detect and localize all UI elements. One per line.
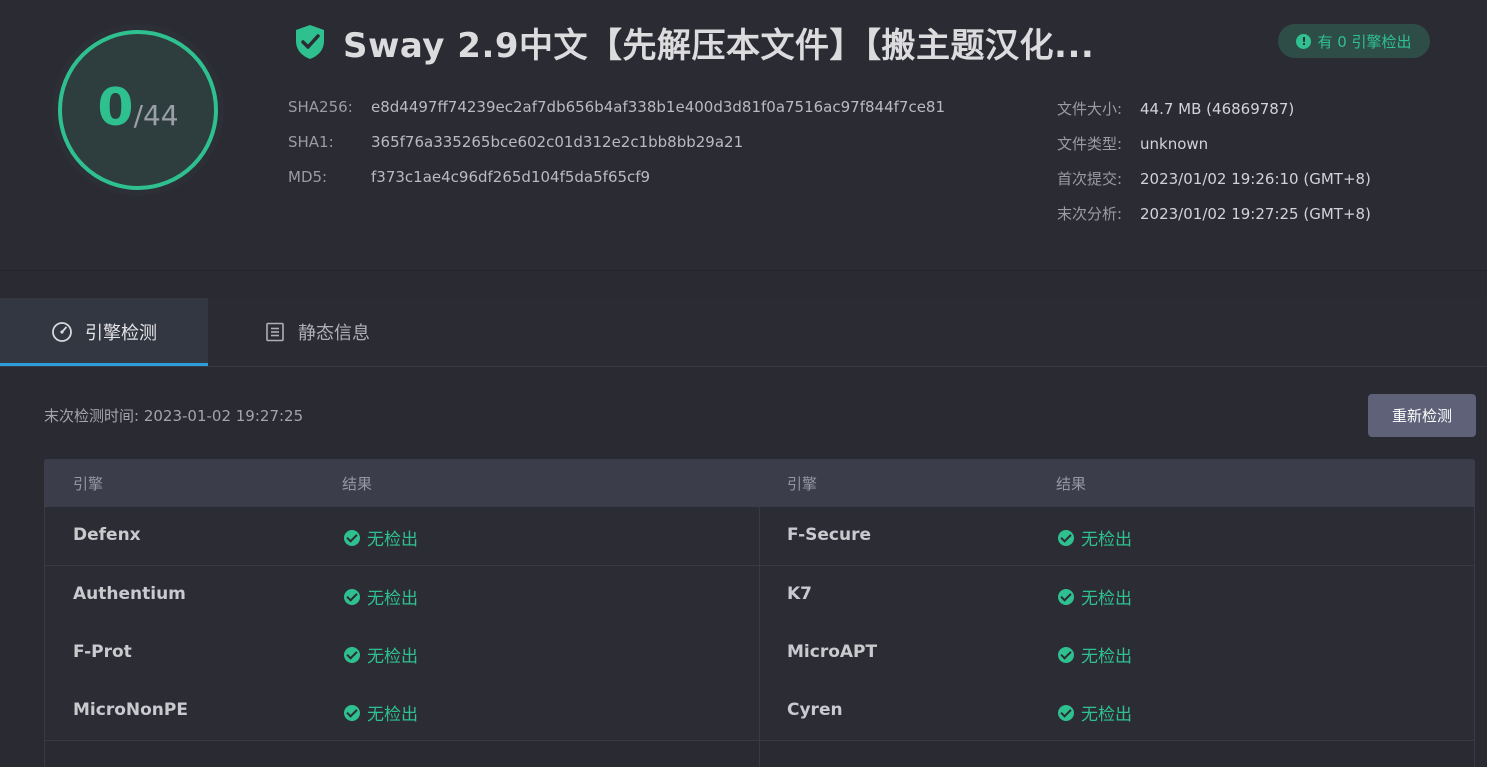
check-circle-icon — [1058, 529, 1074, 546]
sha256-label: SHA256: — [288, 98, 353, 116]
engine-result: 无检出 — [344, 525, 418, 550]
md5-value: f373c1ae4c96df265d104f5da5f65cf9 — [371, 168, 651, 186]
tab-engine-detection-label: 引擎检测 — [85, 323, 157, 344]
tab-engine-detection[interactable]: 引擎检测 — [0, 298, 208, 366]
engine-total: /44 — [133, 99, 179, 132]
tab-static-info[interactable]: 静态信息 — [264, 298, 370, 366]
tab-static-info-label: 静态信息 — [298, 323, 370, 344]
file-size-value: 44.7 MB (46869787) — [1140, 100, 1295, 118]
engine-name: Authentium — [73, 584, 186, 604]
first-submit-label: 首次提交: — [1057, 170, 1123, 188]
engine-name: MicroNonPE — [73, 700, 188, 720]
detection-badge: ! 有 0 引擎检出 — [1278, 24, 1430, 58]
result-label: 无检出 — [367, 589, 418, 609]
table-header: 引擎 结果 引擎 结果 — [44, 459, 1475, 507]
table-border-left — [44, 507, 45, 767]
result-label: 无检出 — [367, 530, 418, 550]
header-engine-right: 引擎 — [787, 475, 818, 493]
shield-check-icon — [296, 25, 324, 59]
engine-name: F-Prot — [73, 642, 132, 662]
last-analysis-label: 末次分析: — [1057, 205, 1123, 223]
check-circle-icon — [344, 588, 360, 605]
header-engine-left: 引擎 — [73, 475, 104, 493]
sha1-value: 365f76a335265bce602c01d312e2c1bb8bb29a21 — [371, 133, 744, 151]
header-result-left: 结果 — [342, 475, 373, 493]
result-label: 无检出 — [367, 705, 418, 725]
file-type-label: 文件类型: — [1057, 135, 1123, 153]
engine-name: MicroAPT — [787, 642, 878, 662]
table-border-right — [1474, 507, 1475, 767]
rescan-button[interactable]: 重新检测 — [1368, 394, 1476, 437]
result-label: 无检出 — [367, 647, 418, 667]
file-type-row: 文件类型: unknown — [1057, 133, 1208, 154]
engine-result: 无检出 — [1058, 700, 1132, 725]
result-label: 无检出 — [1081, 647, 1132, 667]
check-circle-icon — [1058, 704, 1074, 721]
md5-row: MD5: f373c1ae4c96df265d104f5da5f65cf9 — [288, 168, 650, 186]
last-scan-time: 末次检测时间: 2023-01-02 19:27:25 — [44, 407, 304, 425]
engine-result: 无检出 — [1058, 642, 1132, 667]
file-title: Sway 2.9中文【先解压本文件】【搬主题汉化... — [343, 25, 1095, 66]
engine-results-table: 引擎 结果 引擎 结果 Defenx 无检出 F-Secure 无检出 Auth… — [44, 459, 1475, 767]
file-type-value: unknown — [1140, 135, 1209, 153]
tab-bar: 引擎检测 静态信息 — [0, 298, 1487, 367]
check-circle-icon — [344, 646, 360, 663]
sha1-row: SHA1: 365f76a335265bce602c01d312e2c1bb8bb… — [288, 133, 743, 151]
alert-icon: ! — [1296, 33, 1312, 49]
file-size-label: 文件大小: — [1057, 100, 1123, 118]
first-submit-row: 首次提交: 2023/01/02 19:26:10 (GMT+8) — [1057, 168, 1371, 189]
result-label: 无检出 — [1081, 705, 1132, 725]
engine-result: 无检出 — [344, 584, 418, 609]
last-analysis-value: 2023/01/02 19:27:25 (GMT+8) — [1140, 205, 1371, 223]
engine-name: Cyren — [787, 700, 843, 720]
detection-score: 0/44 — [62, 78, 214, 138]
column-divider — [759, 507, 760, 767]
last-analysis-row: 末次分析: 2023/01/02 19:27:25 (GMT+8) — [1057, 203, 1371, 224]
engine-name: Defenx — [73, 525, 141, 545]
engine-name: F-Secure — [787, 525, 872, 545]
detection-score-ring: 0/44 — [58, 30, 218, 190]
sha1-label: SHA1: — [288, 133, 334, 151]
check-circle-icon — [1058, 646, 1074, 663]
detection-count: 0 — [97, 78, 134, 138]
result-label: 无检出 — [1081, 589, 1132, 609]
detection-badge-label: 有 0 引擎检出 — [1317, 32, 1412, 51]
md5-label: MD5: — [288, 168, 328, 186]
check-circle-icon — [344, 529, 360, 546]
engine-name: K7 — [787, 584, 813, 604]
header-result-right: 结果 — [1056, 475, 1087, 493]
file-summary-header: 0/44 Sway 2.9中文【先解压本文件】【搬主题汉化... ! 有 0 引… — [0, 0, 1487, 271]
engine-result: 无检出 — [1058, 525, 1132, 550]
engine-result: 无检出 — [344, 700, 418, 725]
check-circle-icon — [344, 704, 360, 721]
file-size-row: 文件大小: 44.7 MB (46869787) — [1057, 98, 1294, 119]
sha256-value: e8d4497ff74239ec2af7db656b4af338b1e400d3… — [371, 98, 946, 116]
gauge-icon — [52, 322, 72, 342]
check-circle-icon — [1058, 588, 1074, 605]
engine-result: 无检出 — [344, 642, 418, 667]
first-submit-value: 2023/01/02 19:26:10 (GMT+8) — [1140, 170, 1371, 188]
sha256-row: SHA256: e8d4497ff74239ec2af7db656b4af338b… — [288, 98, 945, 116]
file-title-row: Sway 2.9中文【先解压本文件】【搬主题汉化... — [293, 20, 1095, 66]
engine-result: 无检出 — [1058, 584, 1132, 609]
document-icon — [266, 322, 284, 342]
result-label: 无检出 — [1081, 530, 1132, 550]
